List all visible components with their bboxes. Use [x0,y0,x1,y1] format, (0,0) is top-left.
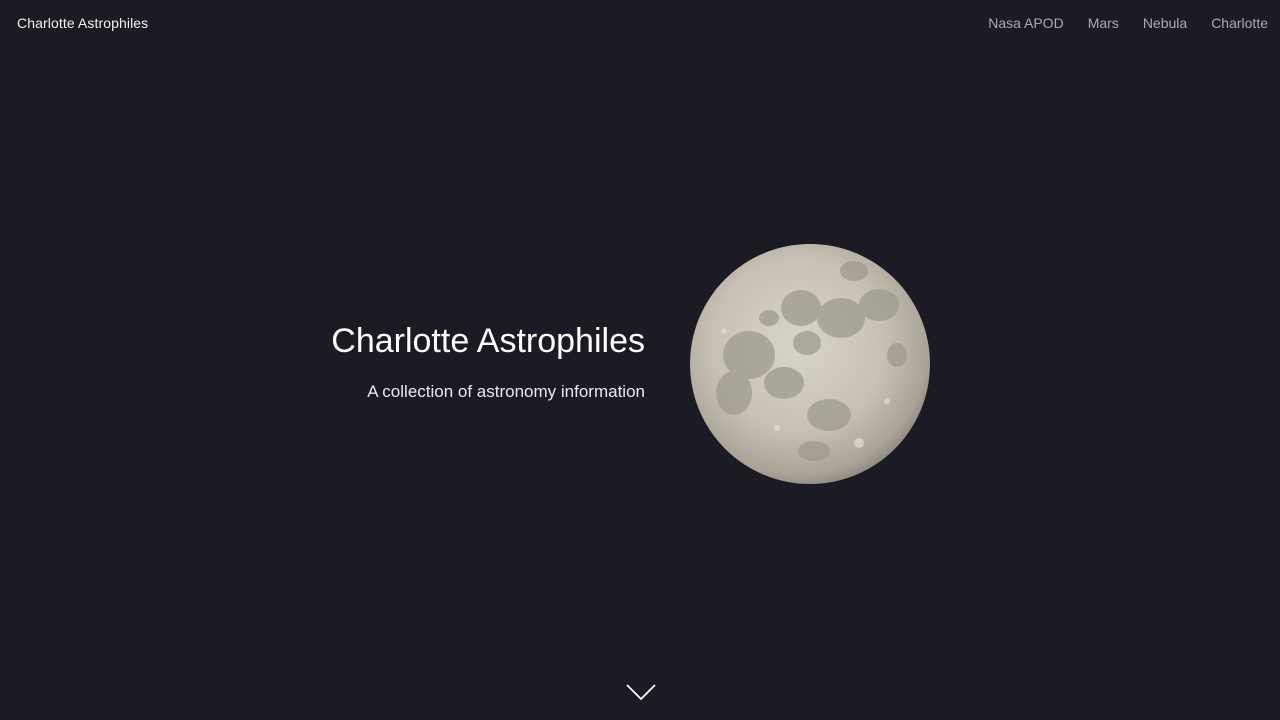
nav-link-nasa-apod[interactable]: Nasa APOD [988,15,1063,31]
moon-image [690,244,930,484]
page: Charlotte Astrophiles Nasa APOD Mars Neb… [0,0,1280,720]
hero-title: Charlotte Astrophiles [331,322,645,360]
nav-link-charlotte[interactable]: Charlotte [1211,15,1268,31]
nav-link-nebula[interactable]: Nebula [1143,15,1187,31]
nav-links: Nasa APOD Mars Nebula Charlotte [988,15,1268,31]
brand-link[interactable]: Charlotte Astrophiles [17,15,148,31]
nav-link-mars[interactable]: Mars [1088,15,1119,31]
navbar: Charlotte Astrophiles Nasa APOD Mars Neb… [0,0,1280,48]
hero-subtitle: A collection of astronomy information [367,382,645,401]
chevron-down-icon[interactable] [626,683,656,701]
